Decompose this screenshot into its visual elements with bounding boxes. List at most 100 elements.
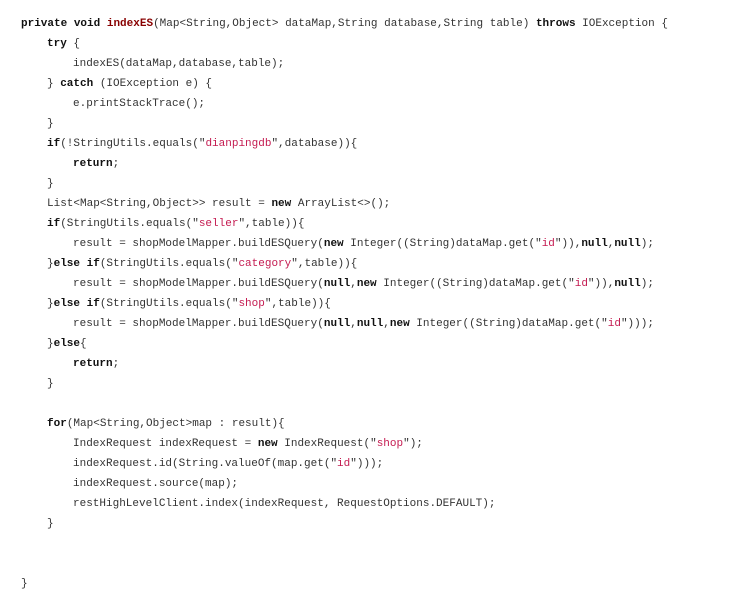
- code-token: IOException {: [575, 18, 668, 30]
- code-line: result = shopModelMapper.buildESQuery(nu…: [21, 314, 668, 334]
- code-line: }else{: [21, 334, 668, 354]
- keyword-token: for: [47, 418, 67, 430]
- code-token: ",table)){: [264, 298, 331, 310]
- code-token: IndexRequest(": [277, 438, 377, 450]
- code-line: if(StringUtils.equals("seller",table)){: [21, 214, 668, 234]
- string-token: id: [541, 238, 555, 250]
- code-line: }: [21, 574, 668, 594]
- keyword-token: private: [21, 18, 68, 30]
- keyword-token: new: [356, 278, 377, 290]
- code-line: return;: [21, 154, 668, 174]
- code-token: }: [47, 338, 54, 350]
- code-token: {: [66, 38, 81, 50]
- code-token: }: [47, 178, 54, 190]
- code-token: (StringUtils.equals(": [99, 258, 239, 270]
- code-line: for(Map<String,Object>map : result){: [21, 414, 668, 434]
- keyword-token: null: [581, 238, 608, 250]
- code-line: }: [21, 114, 668, 134]
- code-token: indexES(dataMap,database,table);: [73, 58, 285, 70]
- code-token: result = shopModelMapper.buildESQuery(: [73, 278, 324, 290]
- keyword-token: null: [614, 278, 641, 290]
- code-token: ",table)){: [291, 258, 358, 270]
- code-token: {: [80, 338, 87, 350]
- keyword-token: throws: [535, 18, 576, 30]
- code-token: ArrayList<>();: [291, 198, 391, 210]
- code-line: private void indexES(Map<String,Object> …: [21, 14, 668, 34]
- keyword-token: else: [53, 338, 81, 350]
- keyword-token: if: [86, 298, 100, 310]
- code-token: indexRequest.source(map);: [73, 478, 239, 490]
- code-token: ,: [383, 318, 390, 330]
- code-line: result = shopModelMapper.buildESQuery(nu…: [21, 274, 668, 294]
- code-token: ")));: [350, 458, 384, 470]
- string-token: dianpingdb: [205, 138, 272, 150]
- code-token: (!StringUtils.equals(": [60, 138, 206, 150]
- code-token: ,: [350, 318, 357, 330]
- string-token: id: [607, 318, 621, 330]
- code-line: }else if(StringUtils.equals("shop",table…: [21, 294, 668, 314]
- code-line: restHighLevelClient.index(indexRequest, …: [21, 494, 668, 514]
- keyword-token: new: [271, 198, 292, 210]
- keyword-token: if: [47, 138, 61, 150]
- code-line: }else if(StringUtils.equals("category",t…: [21, 254, 668, 274]
- keyword-token: void: [73, 18, 101, 30]
- code-token: ")),: [587, 278, 615, 290]
- keyword-token: try: [47, 38, 67, 50]
- code-token: ")));: [620, 318, 654, 330]
- code-token: }: [47, 258, 54, 270]
- keyword-token: if: [47, 218, 61, 230]
- string-token: shop: [376, 438, 404, 450]
- string-token: category: [238, 258, 292, 270]
- code-line: result = shopModelMapper.buildESQuery(ne…: [21, 234, 668, 254]
- keyword-token: else: [53, 298, 81, 310]
- code-token: ;: [112, 358, 120, 370]
- code-token: Integer((String)dataMap.get(": [376, 278, 575, 290]
- code-token: indexRequest.id(String.valueOf(map.get(": [73, 458, 338, 470]
- code-token: );: [640, 238, 654, 250]
- code-line: IndexRequest indexRequest = new IndexReq…: [21, 434, 668, 454]
- code-token: (StringUtils.equals(": [99, 298, 239, 310]
- code-line: indexRequest.id(String.valueOf(map.get("…: [21, 454, 668, 474]
- code-line: } catch (IOException e) {: [21, 74, 668, 94]
- string-token: id: [337, 458, 351, 470]
- code-token: ,: [350, 278, 357, 290]
- code-token: (IOException e) {: [93, 78, 213, 90]
- code-token: result = shopModelMapper.buildESQuery(: [73, 318, 324, 330]
- keyword-token: null: [323, 318, 351, 330]
- code-line: indexRequest.source(map);: [21, 474, 668, 494]
- code-token: }: [47, 518, 54, 530]
- code-token: ",table)){: [238, 218, 305, 230]
- code-block: private void indexES(Map<String,Object> …: [21, 14, 668, 594]
- function-name-token: indexES: [106, 18, 154, 30]
- code-token: result = shopModelMapper.buildESQuery(: [73, 238, 324, 250]
- keyword-token: catch: [60, 78, 94, 90]
- code-token: List<Map<String,Object>> result =: [47, 198, 272, 210]
- code-line: }: [21, 374, 668, 394]
- code-line: }: [21, 174, 668, 194]
- code-line: }: [21, 514, 668, 534]
- code-token: IndexRequest indexRequest =: [73, 438, 258, 450]
- code-line: e.printStackTrace();: [21, 94, 668, 114]
- keyword-token: null: [323, 278, 351, 290]
- code-token: (Map<String,Object>map : result){: [66, 418, 285, 430]
- keyword-token: new: [257, 438, 278, 450]
- string-token: shop: [238, 298, 265, 310]
- code-token: restHighLevelClient.index(indexRequest, …: [73, 498, 496, 510]
- code-token: Integer((String)dataMap.get(": [343, 238, 542, 250]
- code-line: return;: [21, 354, 668, 374]
- code-token: }: [47, 378, 54, 390]
- code-token: ",database)){: [271, 138, 358, 150]
- code-token: Integer((String)dataMap.get(": [409, 318, 608, 330]
- code-token: }: [47, 118, 54, 130]
- keyword-token: null: [614, 238, 641, 250]
- code-token: ;: [112, 158, 120, 170]
- string-token: id: [574, 278, 588, 290]
- keyword-token: return: [73, 158, 113, 170]
